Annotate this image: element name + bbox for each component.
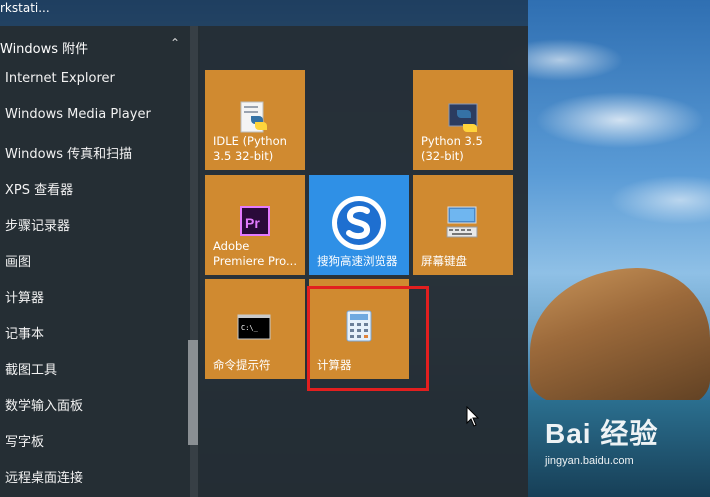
app-item-label: 计算器 <box>5 291 45 306</box>
python-idle-icon <box>240 101 267 133</box>
tile-command-prompt[interactable]: C:\_ 命令提示符 <box>205 279 305 379</box>
baidu-watermark: Bai 经验 jingyan.baidu.com <box>545 412 705 482</box>
watermark-logo: Bai 经验 <box>545 418 659 449</box>
app-item-label: Internet Explorer <box>5 71 115 86</box>
tile-label: 命令提示符 <box>213 358 271 372</box>
on-screen-keyboard-icon <box>446 206 478 238</box>
app-item-internet-explorer[interactable]: Internet Explorer <box>0 64 190 96</box>
svg-text:Pr: Pr <box>245 215 260 231</box>
tile-sogou-browser[interactable]: 搜狗高速浏览器 <box>309 175 409 275</box>
app-item-wordpad[interactable]: 写字板 <box>0 424 190 456</box>
tile-idle-python[interactable]: IDLE (Python 3.5 32-bit) <box>205 70 305 170</box>
app-item-windows-fax-scan[interactable]: Windows 传真和扫描 <box>0 136 190 168</box>
top-text: rkstati... <box>0 1 50 15</box>
app-item-label: Windows Media Player <box>5 107 151 122</box>
tile-label: 屏幕键盘 <box>421 254 467 268</box>
app-item-label: XPS 查看器 <box>5 183 74 198</box>
app-item-remote-desktop[interactable]: 远程桌面连接 <box>0 460 190 492</box>
tile-on-screen-keyboard[interactable]: 屏幕键盘 <box>413 175 513 275</box>
app-list: Windows 附件 ⌃ Internet Explorer Windows M… <box>0 26 200 497</box>
scrollbar-thumb[interactable] <box>188 340 198 445</box>
app-item-windows-media-player[interactable]: Windows Media Player <box>0 100 190 132</box>
app-item-label: 画图 <box>5 255 32 270</box>
app-item-label: 远程桌面连接 <box>5 471 84 486</box>
app-item-paint[interactable]: 画图 <box>0 244 190 276</box>
highlight-box <box>307 286 429 391</box>
app-item-label: 记事本 <box>5 327 45 342</box>
tile-label: 搜狗高速浏览器 <box>317 254 398 268</box>
tile-python[interactable]: Python 3.5 (32-bit) <box>413 70 513 170</box>
tile-label: Python 3.5 (32-bit) <box>421 134 483 163</box>
app-item-snipping-tool[interactable]: 截图工具 <box>0 352 190 384</box>
app-item-math-input-panel[interactable]: 数学输入面板 <box>0 388 190 420</box>
app-item-notepad[interactable]: 记事本 <box>0 316 190 348</box>
tile-label: Adobe Premiere Pro... <box>213 239 297 268</box>
app-item-label: 写字板 <box>5 435 45 450</box>
watermark-url: jingyan.baidu.com <box>545 455 634 467</box>
mouse-cursor-icon <box>466 406 480 427</box>
app-item-label: 步骤记录器 <box>5 219 71 234</box>
tile-label: IDLE (Python 3.5 32-bit) <box>213 134 287 163</box>
command-prompt-icon: C:\_ <box>237 314 271 340</box>
app-item-label: 截图工具 <box>5 363 58 378</box>
premiere-pro-icon: Pr <box>240 206 270 236</box>
app-item-label: 数学输入面板 <box>5 399 84 414</box>
svg-text:C:\_: C:\_ <box>241 324 259 332</box>
app-item-calculator[interactable]: 计算器 <box>0 280 190 312</box>
app-item-xps-viewer[interactable]: XPS 查看器 <box>0 172 190 204</box>
group-header-windows-accessories[interactable]: Windows 附件 ⌃ <box>0 36 190 60</box>
app-item-steps-recorder[interactable]: 步骤记录器 <box>0 208 190 240</box>
tile-adobe-premiere[interactable]: Pr Adobe Premiere Pro... <box>205 175 305 275</box>
sogou-browser-icon <box>332 196 386 250</box>
app-item-label: Windows 传真和扫描 <box>5 147 133 162</box>
chevron-up-icon: ⌃ <box>170 36 181 50</box>
top-strip: rkstati... <box>0 0 528 26</box>
group-header-label: Windows 附件 <box>0 42 89 57</box>
python-icon <box>448 103 478 132</box>
